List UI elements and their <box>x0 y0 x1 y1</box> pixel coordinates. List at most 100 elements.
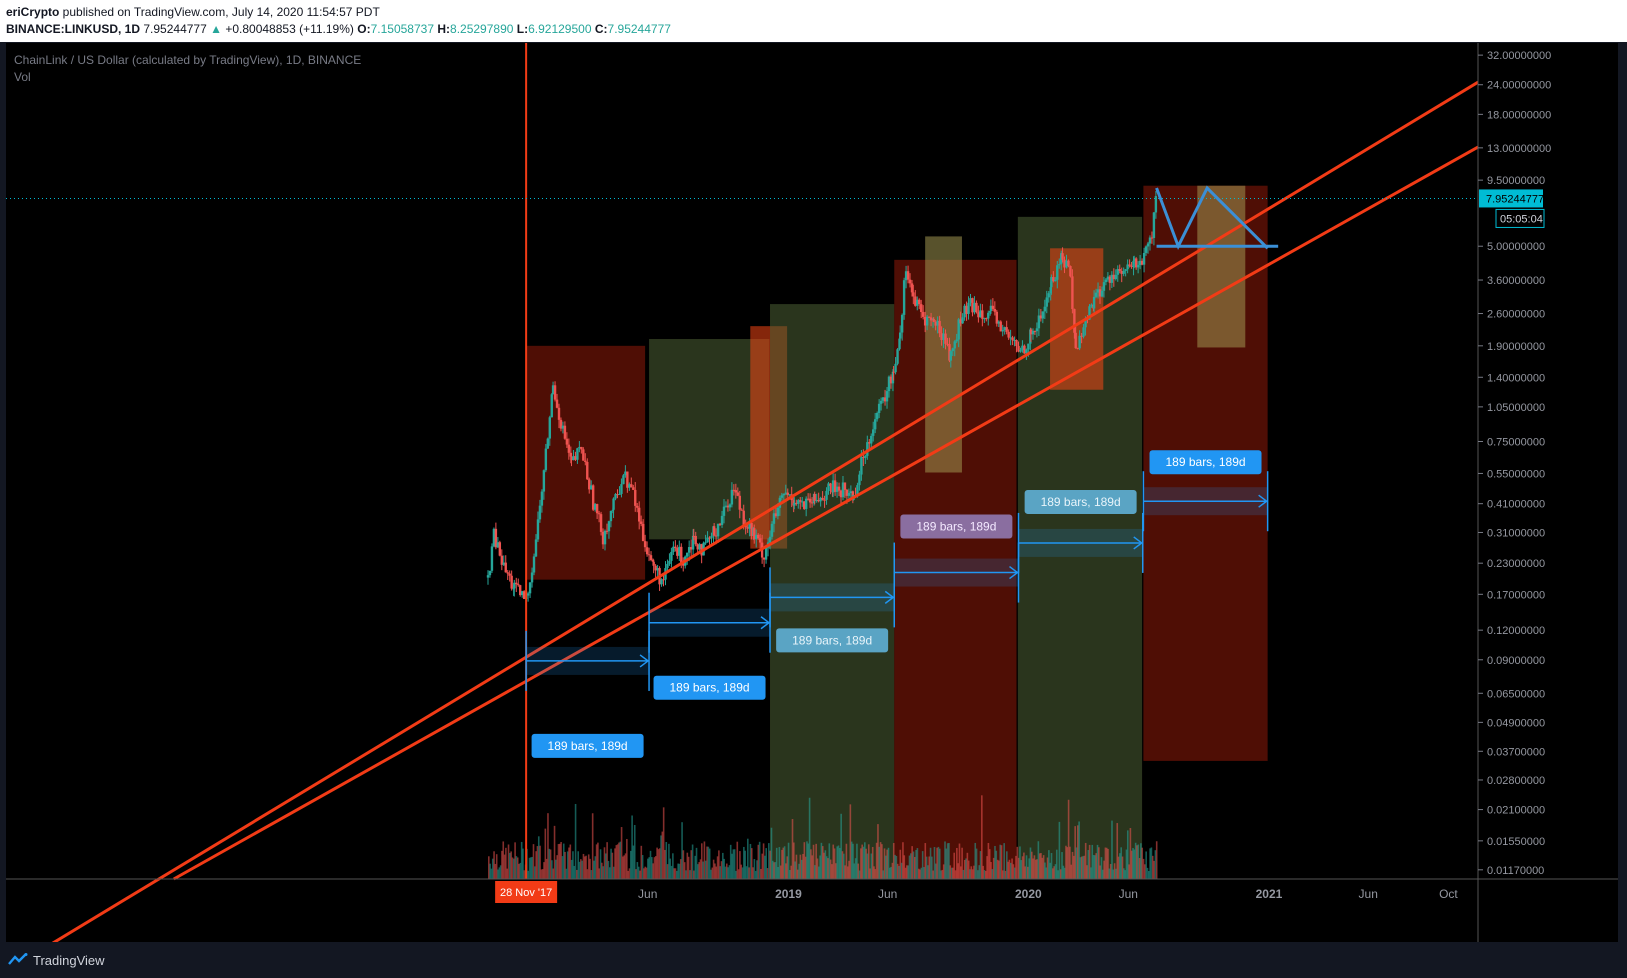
candle-body <box>1056 265 1059 280</box>
candle-body <box>1074 332 1077 349</box>
time-tick-label: Oct <box>1439 887 1458 901</box>
tradingview-logo-icon <box>8 953 28 965</box>
candle-body <box>1144 246 1148 253</box>
candle-body <box>720 515 724 525</box>
candle-body <box>685 552 689 557</box>
candle-body <box>1047 293 1050 298</box>
candle-body <box>991 305 995 309</box>
price-chart[interactable]: 189 bars, 189d 189 bars, 189d 189 bars, 18… <box>6 43 1618 942</box>
candle-body <box>580 446 583 450</box>
candle-body <box>1078 335 1081 349</box>
candle-body <box>921 312 925 317</box>
published-header: eriCrypto published on TradingView.com, … <box>0 0 1627 42</box>
candle-body <box>1122 270 1125 274</box>
candle-body <box>898 332 902 339</box>
publisher-name[interactable]: eriCrypto <box>6 5 59 19</box>
candle-body <box>993 308 997 312</box>
candle-body <box>918 299 921 305</box>
candle-body <box>544 448 548 471</box>
candle-body <box>649 555 653 560</box>
candle-body <box>873 419 877 430</box>
candle-body <box>1069 265 1072 277</box>
candle-body <box>764 547 768 560</box>
candle-body <box>804 498 808 509</box>
chart-legend-title: ChainLink / US Dollar (calculated by Tra… <box>14 53 362 67</box>
candle-body <box>768 536 772 543</box>
candle-body <box>1001 330 1004 332</box>
price-tick-label: 1.05000000 <box>1487 402 1545 414</box>
candle-body <box>920 304 923 313</box>
price-tick-label: 0.02800000 <box>1487 775 1545 787</box>
candle-body <box>490 546 494 571</box>
chart-frame[interactable]: 189 bars, 189d 189 bars, 189d 189 bars, 18… <box>6 43 1618 942</box>
price-tick-label: 0.75000000 <box>1487 437 1545 449</box>
candle-body <box>643 541 647 548</box>
candle-body <box>1027 343 1030 350</box>
time-tick-label: 2021 <box>1256 887 1283 901</box>
candle-body <box>504 562 507 573</box>
price-tick-label: 0.01550000 <box>1487 836 1545 848</box>
candle-body <box>1102 282 1106 291</box>
candle-body <box>1045 297 1048 307</box>
candle-body <box>756 534 760 539</box>
candle-body <box>637 507 641 522</box>
candle-body <box>555 399 559 408</box>
time-tick-label: Jun <box>1359 887 1378 901</box>
time-tick-label: Jun <box>1119 887 1138 901</box>
candle-body <box>639 521 643 524</box>
candle-body <box>670 551 673 561</box>
candle-body <box>875 413 879 420</box>
price-tick-label: 32.00000000 <box>1487 50 1551 62</box>
candle-body <box>517 584 520 586</box>
candle-body <box>542 470 546 492</box>
candle-body <box>858 474 861 486</box>
candle-body <box>546 438 550 449</box>
candle-body <box>647 554 651 556</box>
candle-body <box>515 582 518 585</box>
candle-body <box>736 492 740 496</box>
price-tick-label: 18.00000000 <box>1487 109 1551 121</box>
volume-bar <box>1155 841 1158 879</box>
candle-body <box>1054 279 1057 282</box>
candle-body <box>987 312 990 319</box>
publish-info: eriCrypto published on TradingView.com, … <box>6 5 380 19</box>
price-tick-label: 0.41000000 <box>1487 499 1545 511</box>
price-tick-label: 13.00000000 <box>1487 143 1551 155</box>
candle-body <box>534 539 538 557</box>
volume-legend: Vol <box>14 70 31 84</box>
candle-body <box>597 513 601 515</box>
candle-body <box>738 495 741 510</box>
candle-body <box>782 493 786 496</box>
price-tick-label: 0.23000000 <box>1487 558 1545 570</box>
candle-body <box>1011 337 1014 341</box>
candle-body <box>900 314 904 333</box>
candle-body <box>975 302 978 313</box>
ohlc-info: BINANCE:LINKUSD, 1D 7.95244777 ▲ +0.8004… <box>6 22 671 36</box>
candle-body <box>879 400 883 404</box>
candle-body <box>896 349 899 364</box>
symbol-line: BINANCE:LINKUSD, 1D <box>6 22 141 36</box>
candle-body <box>1035 328 1039 332</box>
candle-body <box>1071 276 1074 310</box>
candle-body <box>821 497 824 500</box>
price-tick-label: 0.03700000 <box>1487 746 1545 758</box>
candle-body <box>908 279 912 284</box>
candle-body <box>576 448 579 460</box>
candle-body <box>1005 327 1008 332</box>
last-price-tag: 7.95244777 <box>1486 193 1544 205</box>
candle-body <box>532 556 536 573</box>
date-range-label: 189 bars, 189d <box>548 739 628 753</box>
candle-body <box>877 403 881 414</box>
candle-body <box>825 490 828 500</box>
candle-body <box>1082 327 1085 337</box>
change-arrow-icon: ▲ <box>210 22 222 36</box>
candle-body <box>1128 264 1131 266</box>
candle-body <box>860 457 863 475</box>
candle-body <box>618 493 621 495</box>
candle-body <box>716 523 720 537</box>
candle-body <box>609 510 613 522</box>
publish-text: published on TradingView.com, July 14, 2… <box>59 5 380 19</box>
tradingview-brand[interactable]: TradingView <box>33 953 105 968</box>
candle-body <box>885 391 889 402</box>
footer: TradingView <box>0 942 1627 978</box>
